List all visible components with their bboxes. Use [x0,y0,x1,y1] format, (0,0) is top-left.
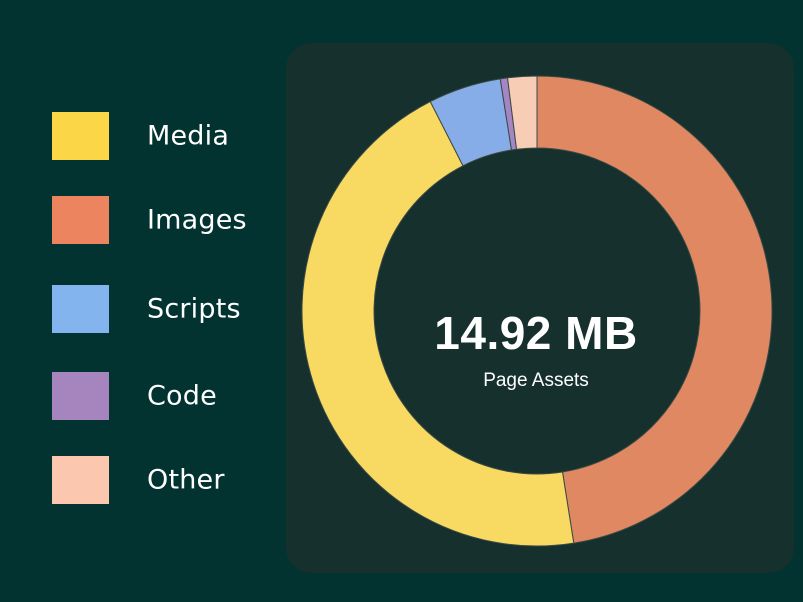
total-size-caption: Page Assets [483,370,589,391]
chart-canvas: Media Images Scripts Code Other 14.92 MB… [0,0,803,602]
donut-chart [301,75,773,547]
total-size-value: 14.92 MB [434,307,638,359]
